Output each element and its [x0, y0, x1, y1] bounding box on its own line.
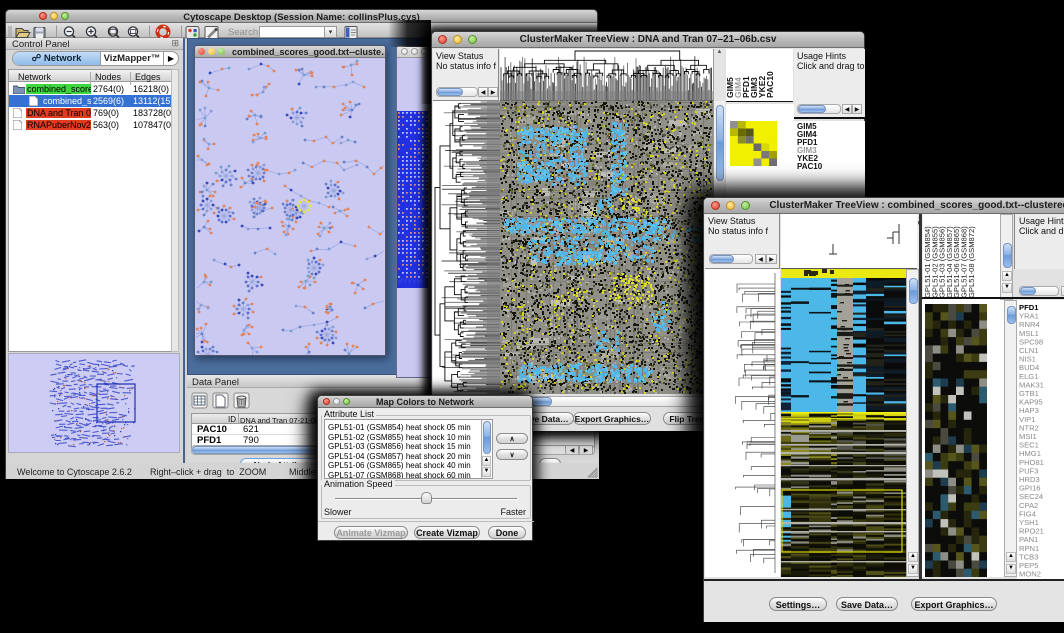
svg-text:GPL51-08 (GSM872): GPL51-08 (GSM872)	[967, 226, 976, 298]
svg-text:MON2: MON2	[1019, 570, 1041, 579]
svg-text:PAC10: PAC10	[765, 71, 775, 98]
